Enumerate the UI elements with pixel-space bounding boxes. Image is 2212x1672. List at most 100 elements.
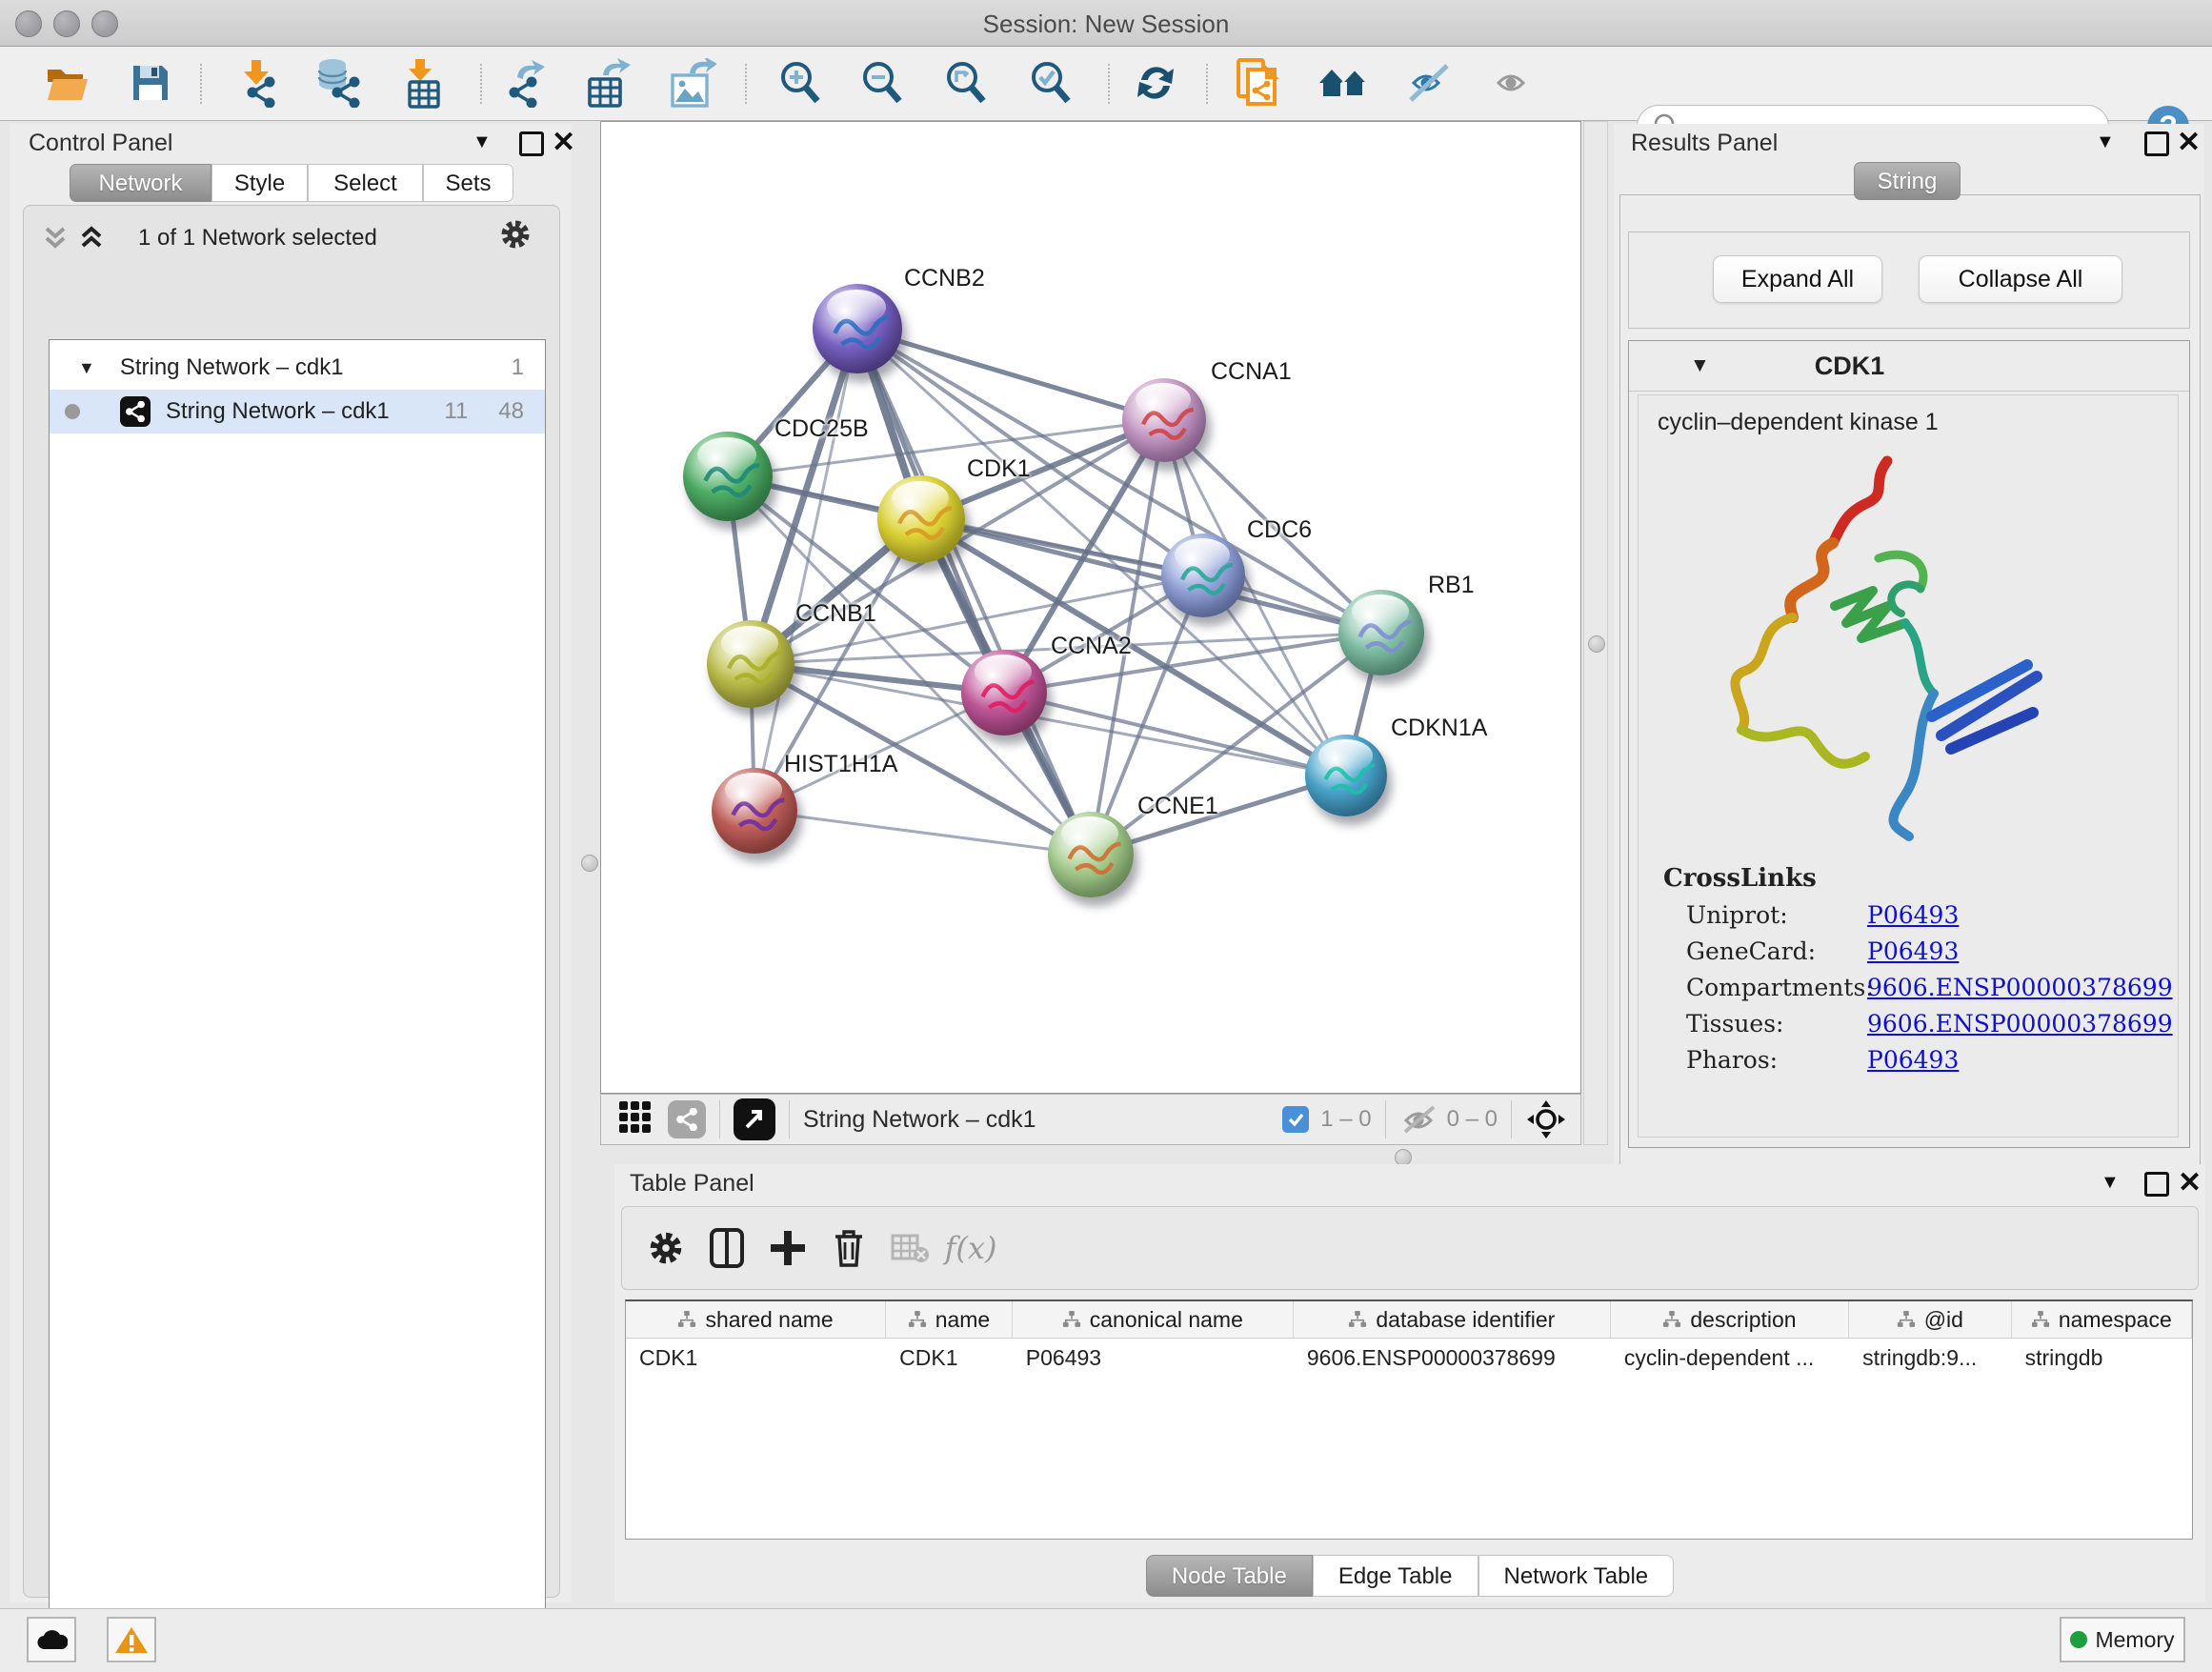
zoom-fit-icon[interactable] xyxy=(939,56,993,110)
clone-network-icon[interactable] xyxy=(1233,56,1286,110)
crosslink-value-link[interactable]: 9606.ENSP00000378699 xyxy=(1867,974,2173,1001)
zoom-in-icon[interactable] xyxy=(774,56,827,110)
home-networks-icon[interactable] xyxy=(1317,56,1371,110)
import-network-database-icon[interactable] xyxy=(312,56,365,110)
table-panel-float-icon[interactable] xyxy=(2144,1172,2169,1197)
crosslink-label: Tissues: xyxy=(1686,1010,1867,1037)
refresh-icon[interactable] xyxy=(1129,56,1182,110)
export-image-icon[interactable] xyxy=(665,56,718,110)
string-results-container: Expand All Collapse All ▼ CDK1 cyclin–de… xyxy=(1619,194,2201,1178)
network-node-HIST1H1A[interactable] xyxy=(712,768,797,854)
network-row-selected[interactable]: String Network – cdk1 11 48 xyxy=(50,390,545,433)
table-panel-menu-icon[interactable]: ▼ xyxy=(2101,1172,2120,1194)
control-panel-close-icon[interactable]: ✕ xyxy=(552,133,575,152)
node-table: shared namenamecanonical namedatabase id… xyxy=(625,1299,2193,1540)
table-panel-close-icon[interactable]: ✕ xyxy=(2178,1174,2202,1193)
show-all-icon[interactable] xyxy=(1484,56,1538,110)
network-node-RB1[interactable] xyxy=(1338,590,1424,675)
tab-select[interactable]: Select xyxy=(308,164,423,202)
expand-all-button[interactable]: Expand All xyxy=(1713,255,1882,303)
right-splitter-handle[interactable] xyxy=(1588,635,1605,653)
crosslink-value-link[interactable]: P06493 xyxy=(1867,1046,1959,1074)
network-node-CDC25B[interactable] xyxy=(683,432,773,521)
warnings-button[interactable] xyxy=(107,1617,156,1662)
column-header--id[interactable]: @id xyxy=(1849,1301,2011,1338)
save-session-button[interactable] xyxy=(124,56,177,110)
results-panel-close-icon[interactable]: ✕ xyxy=(2177,133,2201,152)
network-node-CDKN1A[interactable] xyxy=(1305,735,1387,816)
network-options-gear-icon[interactable] xyxy=(500,219,533,252)
tab-string[interactable]: String xyxy=(1854,162,1961,200)
zoom-out-icon[interactable] xyxy=(855,56,909,110)
control-panel-tabs: Network Style Select Sets xyxy=(70,164,513,202)
pan-crosshair-icon[interactable] xyxy=(1525,1098,1567,1140)
network-view-footer: String Network – cdk1 1 – 0 0 – 0 xyxy=(600,1094,1581,1145)
column-header-shared-name[interactable]: shared name xyxy=(626,1301,886,1338)
network-node-CCNB1[interactable] xyxy=(707,620,794,708)
collapse-all-networks-icon[interactable] xyxy=(41,223,70,256)
column-header-name[interactable]: name xyxy=(886,1301,1013,1338)
collection-expand-icon[interactable]: ▼ xyxy=(78,358,95,378)
detach-view-icon[interactable] xyxy=(734,1098,775,1140)
collection-count: 1 xyxy=(512,354,524,381)
collapse-all-button[interactable]: Collapse All xyxy=(1919,255,2122,303)
expand-all-networks-icon[interactable] xyxy=(77,223,106,256)
open-session-button[interactable] xyxy=(40,56,93,110)
network-node-label: CCNB2 xyxy=(904,265,985,292)
import-table-file-icon[interactable] xyxy=(396,56,450,110)
birdseye-grid-icon[interactable] xyxy=(618,1100,653,1139)
export-table-icon[interactable] xyxy=(580,56,633,110)
control-panel-menu-icon[interactable]: ▼ xyxy=(473,131,492,153)
delete-column-icon[interactable] xyxy=(818,1219,879,1277)
control-panel-title: Control Panel xyxy=(29,130,172,157)
crosslinks-list: Uniprot:P06493GeneCard:P06493Compartment… xyxy=(1686,901,2178,1074)
cloud-status-button[interactable] xyxy=(27,1617,76,1662)
crosslink-value-link[interactable]: P06493 xyxy=(1867,937,1959,965)
create-column-icon[interactable] xyxy=(757,1219,818,1277)
control-panel-float-icon[interactable] xyxy=(519,131,544,156)
network-node-CDC6[interactable] xyxy=(1161,534,1245,617)
column-header-database-identifier[interactable]: database identifier xyxy=(1294,1301,1611,1338)
results-panel-menu-icon[interactable]: ▼ xyxy=(2096,131,2115,153)
right-splitter[interactable] xyxy=(1583,121,1608,1145)
crosslink-row: GeneCard:P06493 xyxy=(1686,937,2178,965)
tab-edge-table[interactable]: Edge Table xyxy=(1313,1555,1478,1597)
table-tabs: Node TableEdge TableNetwork Table xyxy=(614,1555,2205,1597)
network-node-CCNA2[interactable] xyxy=(961,650,1047,735)
table-data-row[interactable]: CDK1CDK1P064939606.ENSP00000378699cyclin… xyxy=(626,1339,2192,1377)
network-canvas[interactable]: CCNB2 CCNA1 CDC25B CDK1 CDC6 xyxy=(600,121,1581,1094)
network-node-label: CCNA1 xyxy=(1211,358,1292,386)
network-node-CDK1[interactable] xyxy=(877,475,965,563)
selected-checkbox-icon[interactable] xyxy=(1282,1106,1309,1133)
table-options-gear-icon[interactable] xyxy=(635,1219,696,1277)
network-node-CCNE1[interactable] xyxy=(1048,812,1134,897)
gene-section-header[interactable]: ▼ CDK1 xyxy=(1629,341,2189,392)
network-node-CCNA1[interactable] xyxy=(1122,378,1206,462)
left-splitter-handle[interactable] xyxy=(581,855,598,872)
crosslink-value-link[interactable]: 9606.ENSP00000378699 xyxy=(1867,1010,2173,1037)
tab-sets[interactable]: Sets xyxy=(423,164,513,202)
column-header-description[interactable]: description xyxy=(1611,1301,1849,1338)
tab-style[interactable]: Style xyxy=(211,164,308,202)
results-buttons-box: Expand All Collapse All xyxy=(1628,232,2190,329)
hide-selected-icon[interactable] xyxy=(1401,56,1455,110)
network-collection-row[interactable]: ▼ String Network – cdk1 1 xyxy=(50,346,545,390)
network-view-type-icon[interactable] xyxy=(668,1100,706,1138)
import-network-file-icon[interactable] xyxy=(231,56,285,110)
tab-network[interactable]: Network xyxy=(70,164,211,202)
crosslink-value-link[interactable]: P06493 xyxy=(1867,901,1959,929)
export-network-icon[interactable] xyxy=(498,56,552,110)
show-columns-icon[interactable] xyxy=(696,1219,757,1277)
main-toolbar: ? xyxy=(0,47,2212,121)
column-header-canonical-name[interactable]: canonical name xyxy=(1013,1301,1294,1338)
cell-description: cyclin-dependent ... xyxy=(1611,1345,1849,1371)
gene-collapse-icon[interactable]: ▼ xyxy=(1690,354,1710,377)
network-node-CCNB2[interactable] xyxy=(813,284,902,373)
tab-network-table[interactable]: Network Table xyxy=(1478,1555,1675,1597)
zoom-selected-icon[interactable] xyxy=(1024,56,1077,110)
memory-button[interactable]: Memory xyxy=(2060,1617,2185,1662)
column-header-namespace[interactable]: namespace xyxy=(2012,1301,2192,1338)
network-view-title: String Network – cdk1 xyxy=(803,1106,1036,1134)
tab-node-table[interactable]: Node Table xyxy=(1146,1555,1313,1597)
results-panel-float-icon[interactable] xyxy=(2144,131,2169,156)
